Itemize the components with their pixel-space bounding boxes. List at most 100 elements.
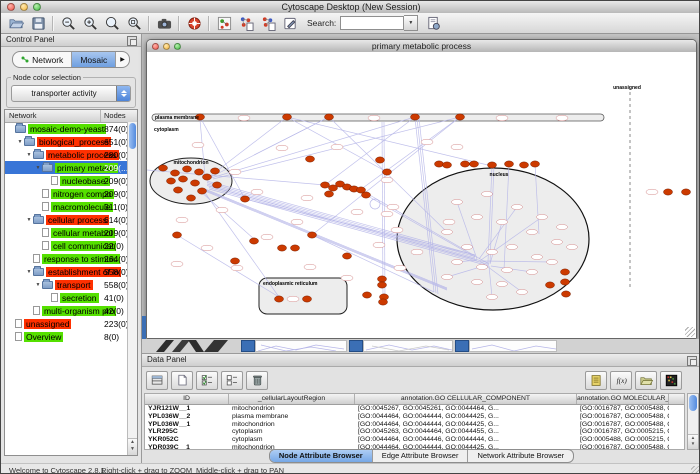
network-node[interactable] (159, 165, 168, 171)
network-node[interactable] (505, 161, 514, 167)
table-cell[interactable]: [GO:0044464, GO:0044446, GO:0044444, G..… (355, 436, 577, 444)
network-node[interactable] (203, 174, 212, 180)
delete-attribute-icon[interactable] (246, 371, 268, 390)
color-mapper-icon[interactable] (660, 371, 682, 390)
table-cell[interactable]: mitochondrion (229, 421, 355, 429)
network-node[interactable] (308, 232, 317, 238)
tree-row-cellular-metabol[interactable]: cellular metabol209(0) (5, 226, 128, 239)
network-node[interactable] (179, 176, 188, 182)
network-node[interactable] (173, 232, 182, 238)
tree-row-mosaic-demo-yeast[interactable]: mosaic-demo-yeast874(0) (5, 122, 128, 135)
tab-network-attribute-browser[interactable]: Network Attribute Browser (468, 450, 573, 462)
network-node[interactable] (520, 162, 529, 168)
tree-row-overview[interactable]: Overview8(0) (5, 330, 128, 343)
tab-node-attribute-browser[interactable]: Node Attribute Browser (270, 450, 373, 462)
attribute-table-icon[interactable] (146, 371, 168, 390)
network-node[interactable] (383, 169, 392, 175)
zoom-selected-icon[interactable] (124, 14, 144, 32)
network-node[interactable] (211, 168, 220, 174)
open-icon[interactable] (6, 14, 26, 32)
tree-row-cell-communicat[interactable]: cell communicat22(0) (5, 239, 128, 252)
network-node[interactable] (250, 238, 259, 244)
network-node[interactable] (213, 182, 222, 188)
zoom-in-icon[interactable] (80, 14, 100, 32)
tree-disclosure-icon[interactable]: ▼ (34, 165, 42, 171)
network-node[interactable] (343, 253, 352, 259)
table-row[interactable]: YPL036W__1mitochondrion[GO:0044464, GO:0… (145, 421, 684, 429)
attribute-table[interactable]: ID_cellularLayoutRegionannotation.GO CEL… (144, 393, 685, 450)
network-node[interactable] (291, 245, 300, 251)
new-attribute-icon[interactable] (171, 371, 193, 390)
table-cell[interactable]: [GO:0044464, GO:0044444, GO:0044425, G..… (355, 421, 577, 429)
tree-disclosure-icon[interactable]: ▼ (25, 269, 33, 275)
table-row[interactable]: YLR295Ccytoplasm[GO:0045263, GO:0044464,… (145, 428, 684, 436)
tree-row-nitrogen-compo[interactable]: nitrogen compo209(0) (5, 187, 128, 200)
table-cell[interactable]: mitochondrion (229, 405, 355, 413)
tree-row-secretion[interactable]: secretion41(0) (5, 291, 128, 304)
create-view-icon[interactable] (236, 14, 256, 32)
table-scrollbar[interactable]: ▲▼ (687, 393, 699, 450)
table-cell[interactable]: [GO:0016787, GO:0005488, GO:0005215, G..… (577, 405, 669, 413)
table-cell[interactable]: cytoplasm (229, 428, 355, 436)
snapshot-icon[interactable] (154, 14, 174, 32)
tree-column-nodes[interactable]: Nodes (104, 111, 126, 120)
network-node[interactable] (231, 258, 240, 264)
tree-row-multi-organism-pro[interactable]: multi-organism pro42(0) (5, 304, 128, 317)
window-resize-grip[interactable] (685, 327, 695, 337)
table-cell[interactable]: [GO:0016787, GO:0005488, GO:0005215, G..… (577, 421, 669, 429)
network-canvas[interactable]: plasma membranecytoplasmmitochondrionnuc… (147, 52, 696, 338)
zoom-out-icon[interactable] (58, 14, 78, 32)
table-cell[interactable]: [GO:0045263, GO:0044464, GO:0044455, G..… (355, 428, 577, 436)
unselect-attributes-icon[interactable] (221, 371, 243, 390)
import-attributes-icon[interactable] (635, 371, 657, 390)
network-node[interactable] (435, 161, 444, 167)
tree-row-primary-metabo[interactable]: ▼primary metabo209(... (5, 161, 128, 174)
tree-column-network[interactable]: Network (9, 111, 37, 120)
network-node[interactable] (378, 276, 387, 282)
network-node[interactable] (278, 245, 287, 251)
help-icon[interactable] (184, 14, 204, 32)
table-cell[interactable]: [GO:0044464, GO:0044444, GO:0044425, G..… (355, 413, 577, 421)
network-node[interactable] (362, 192, 371, 198)
network-node[interactable] (303, 296, 312, 302)
network-node[interactable] (546, 282, 555, 288)
network-node[interactable] (470, 161, 479, 167)
tree-row-metabolic-process[interactable]: ▼metabolic process280(0) (5, 148, 128, 161)
table-cell[interactable]: cytoplasm (229, 436, 355, 444)
network-node[interactable] (376, 157, 385, 163)
network-node[interactable] (664, 189, 673, 195)
network-node[interactable] (195, 169, 204, 175)
network-node[interactable] (379, 299, 388, 305)
table-scrollbar-thumb[interactable] (689, 395, 697, 411)
table-cell[interactable]: YLR295C (145, 428, 229, 436)
table-cell[interactable]: YPL036W__1 (145, 421, 229, 429)
network-node[interactable] (241, 196, 250, 202)
table-column-header[interactable]: annotation.GO CELLULAR_COMPONENT (355, 394, 577, 404)
table-column-header[interactable]: _cellularLayoutRegion (229, 394, 355, 404)
table-cell[interactable]: [GO:0045267, GO:0045261, GO:0044464, G..… (355, 405, 577, 413)
network-node[interactable] (561, 269, 570, 275)
vizmapper-icon[interactable] (214, 14, 234, 32)
network-node[interactable] (562, 291, 571, 297)
tree-disclosure-icon[interactable]: ▼ (25, 217, 33, 223)
tree-scrollbar-buttons[interactable]: ▲▼ (128, 438, 137, 455)
tree-row-unassigned[interactable]: unassigned223(0) (5, 317, 128, 330)
network-node[interactable] (321, 182, 330, 188)
network-node[interactable] (174, 187, 183, 193)
search-dropdown-arrow-icon[interactable]: ▼ (404, 15, 418, 31)
tree-row-cellular-process[interactable]: ▼cellular process614(0) (5, 213, 128, 226)
tree-row-biological-process[interactable]: ▼biological_process651(0) (5, 135, 128, 148)
annotation-icon[interactable] (280, 14, 300, 32)
table-cell[interactable]: YJR121W__1 (145, 405, 229, 413)
network-node[interactable] (378, 282, 387, 288)
network-node[interactable] (198, 188, 207, 194)
network-node[interactable] (191, 180, 200, 186)
table-row[interactable]: YJR121W__1mitochondrion[GO:0045267, GO:0… (145, 405, 684, 413)
zoom-fit-icon[interactable] (102, 14, 122, 32)
tree-scrollbar-thumb[interactable] (129, 123, 136, 149)
table-row[interactable]: YPL036W__2plasma membrane[GO:0044464, GO… (145, 413, 684, 421)
network-node[interactable] (456, 114, 465, 120)
select-attributes-icon[interactable] (196, 371, 218, 390)
network-node[interactable] (183, 166, 192, 172)
app-resize-grip[interactable] (691, 466, 700, 474)
